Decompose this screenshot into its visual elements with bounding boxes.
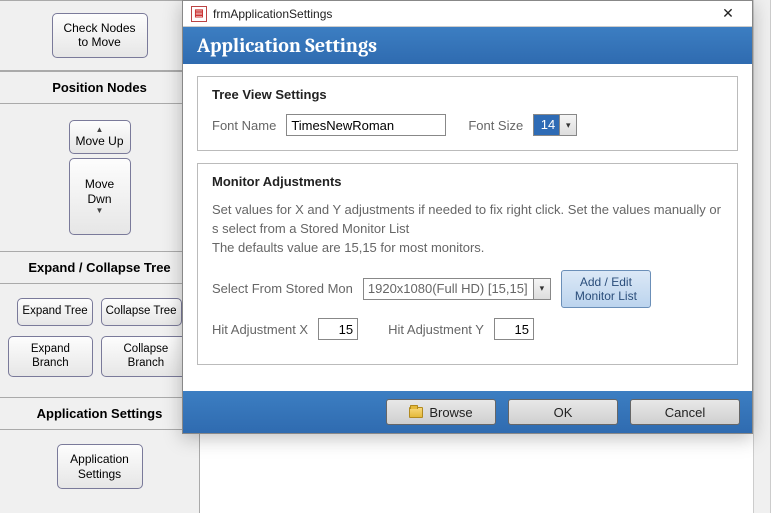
window-title: frmApplicationSettings <box>213 7 332 21</box>
triangle-down-icon <box>72 206 128 216</box>
hit-y-label: Hit Adjustment Y <box>388 322 484 337</box>
chevron-down-icon[interactable]: ▾ <box>533 278 551 300</box>
stored-mon-label: Select From Stored Mon <box>212 281 353 296</box>
expand-branch-button[interactable]: Expand Branch <box>8 336 93 378</box>
browse-label: Browse <box>429 405 472 420</box>
collapse-branch-button[interactable]: Collapse Branch <box>101 336 191 378</box>
cancel-button[interactable]: Cancel <box>630 399 740 425</box>
move-up-button[interactable]: Move Up <box>69 120 131 154</box>
close-button[interactable]: ✕ <box>710 4 746 24</box>
ok-button[interactable]: OK <box>508 399 618 425</box>
font-name-input[interactable] <box>286 114 446 136</box>
dialog-banner: Application Settings <box>183 27 752 64</box>
add-edit-monitor-button[interactable]: Add / Edit Monitor List <box>561 270 651 309</box>
collapse-tree-button[interactable]: Collapse Tree <box>101 298 182 326</box>
tree-view-title: Tree View Settings <box>212 87 723 102</box>
monitor-title: Monitor Adjustments <box>212 174 723 189</box>
titlebar: ▤ frmApplicationSettings ✕ <box>183 1 752 27</box>
font-name-label: Font Name <box>212 118 276 133</box>
dialog-window: ▤ frmApplicationSettings ✕ Application S… <box>182 0 753 434</box>
check-nodes-button[interactable]: Check Nodes to Move <box>52 13 148 58</box>
move-down-button[interactable]: Move Dwn <box>69 158 131 235</box>
font-size-label: Font Size <box>468 118 523 133</box>
hit-y-input[interactable] <box>494 318 534 340</box>
hit-x-input[interactable] <box>318 318 358 340</box>
position-nodes-header: Position Nodes <box>0 71 199 104</box>
monitor-group: Monitor Adjustments Set values for X and… <box>197 163 738 365</box>
chevron-down-icon[interactable]: ▾ <box>559 114 577 136</box>
dialog-footer: Browse OK Cancel <box>183 391 752 433</box>
triangle-up-icon <box>72 125 128 135</box>
background-scrollbar <box>753 0 771 513</box>
move-down-label: Move Dwn <box>85 177 114 205</box>
tree-view-group: Tree View Settings Font Name Font Size 1… <box>197 76 738 151</box>
hit-x-label: Hit Adjustment X <box>212 322 308 337</box>
form-icon: ▤ <box>191 6 207 22</box>
stored-mon-value: 1920x1080(Full HD) [15,15] <box>363 278 533 300</box>
left-panel: Check Nodes to Move Position Nodes Move … <box>0 0 200 513</box>
browse-button[interactable]: Browse <box>386 399 496 425</box>
font-size-value: 14 <box>533 114 559 136</box>
stored-mon-combo[interactable]: 1920x1080(Full HD) [15,15] ▾ <box>363 278 551 300</box>
font-size-combo[interactable]: 14 ▾ <box>533 114 577 136</box>
application-settings-button[interactable]: Application Settings <box>57 444 143 489</box>
monitor-help-text: Set values for X and Y adjustments if ne… <box>212 201 723 258</box>
expand-collapse-header: Expand / Collapse Tree <box>0 251 199 284</box>
expand-tree-button[interactable]: Expand Tree <box>17 298 92 326</box>
application-settings-header: Application Settings <box>0 397 199 430</box>
folder-icon <box>409 407 423 418</box>
move-up-label: Move Up <box>75 134 123 148</box>
